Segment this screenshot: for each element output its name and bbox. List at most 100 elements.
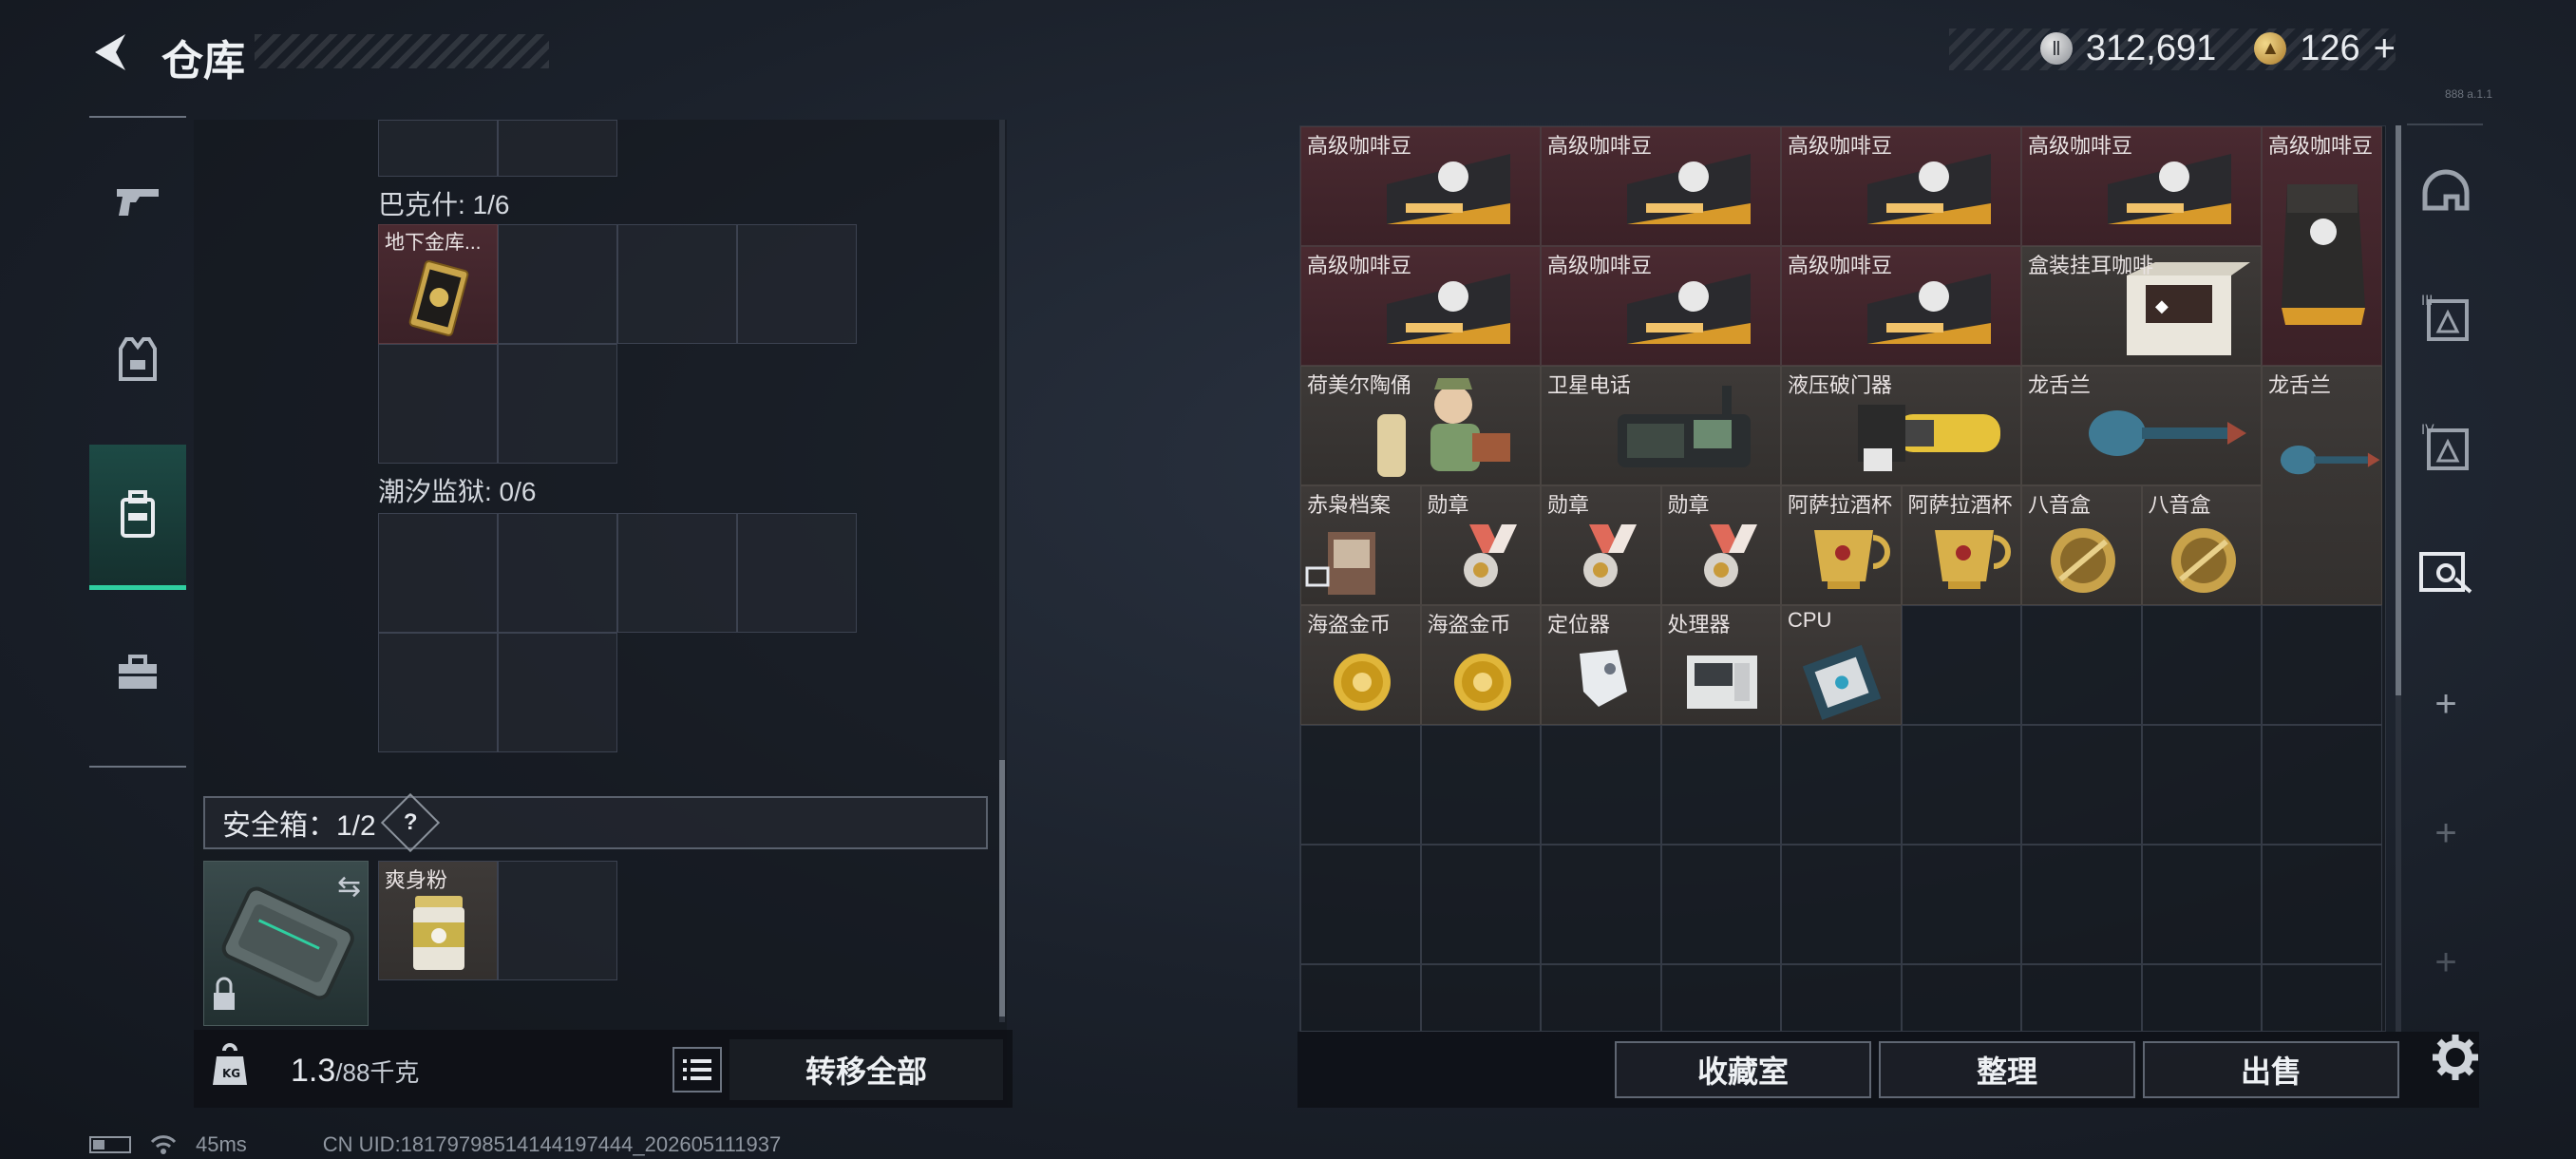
tab-armor-4[interactable]: IV bbox=[2413, 412, 2479, 479]
storage-cell[interactable] bbox=[1300, 725, 1421, 845]
storage-item-box[interactable]: ◆ 盒装挂耳咖啡 bbox=[2021, 246, 2262, 366]
storage-item-coffeebag[interactable]: 高级咖啡豆 bbox=[2262, 126, 2382, 366]
safebox-slot[interactable]: ⇆ bbox=[203, 861, 369, 1026]
storage-cell[interactable] bbox=[2262, 964, 2382, 1032]
tab-helmet[interactable] bbox=[2413, 160, 2479, 226]
backpack-slot[interactable] bbox=[498, 344, 617, 464]
storage-item-coffee[interactable]: 高级咖啡豆 bbox=[1300, 126, 1541, 246]
storage-cell[interactable] bbox=[1901, 964, 2021, 1032]
storage-cell[interactable] bbox=[2141, 845, 2262, 964]
add-slot-button[interactable]: + bbox=[2413, 800, 2479, 866]
storage-item-coin[interactable]: 海盗金币 bbox=[1300, 605, 1421, 725]
sell-button[interactable]: 出售 bbox=[2143, 1041, 2399, 1098]
backpack-slot[interactable] bbox=[498, 120, 617, 177]
storage-cell[interactable] bbox=[2021, 964, 2142, 1032]
storage-item-medal[interactable]: 勋章 bbox=[1660, 485, 1781, 605]
storage-cell[interactable] bbox=[2262, 605, 2382, 725]
storage-item-processor[interactable]: 处理器 bbox=[1660, 605, 1781, 725]
storage-cell[interactable] bbox=[1541, 725, 1661, 845]
add-slot-button[interactable]: + bbox=[2413, 929, 2479, 996]
add-slot-button[interactable]: + bbox=[2413, 671, 2479, 737]
add-gold-button[interactable]: + bbox=[2374, 28, 2396, 70]
backpack-slot[interactable] bbox=[617, 513, 737, 633]
storage-item-bottle[interactable]: 龙舌兰 bbox=[2262, 366, 2382, 605]
tab-toolbox[interactable] bbox=[89, 602, 186, 745]
storage-item-medal[interactable]: 勋章 bbox=[1420, 485, 1541, 605]
storage-cell[interactable] bbox=[2262, 725, 2382, 845]
backpack-slot[interactable] bbox=[498, 513, 617, 633]
storage-cell[interactable] bbox=[2021, 845, 2142, 964]
storage-item-phone[interactable]: 卫星电话 bbox=[1541, 366, 1781, 485]
storage-item-coffee[interactable]: 高级咖啡豆 bbox=[1781, 126, 2021, 246]
storage-cell[interactable] bbox=[2021, 605, 2142, 725]
svg-text:IV: IV bbox=[2421, 423, 2434, 438]
backpack-slot[interactable] bbox=[378, 633, 498, 752]
tab-vest[interactable] bbox=[89, 289, 186, 431]
tab-weapon[interactable] bbox=[89, 131, 186, 274]
backpack-slot[interactable] bbox=[617, 224, 737, 344]
item-talcum-powder[interactable]: 爽身粉 bbox=[378, 861, 498, 980]
tab-backpack[interactable] bbox=[89, 445, 186, 590]
storage-cell[interactable] bbox=[1660, 725, 1781, 845]
storage-cell[interactable] bbox=[2021, 725, 2142, 845]
tab-case[interactable] bbox=[2413, 538, 2479, 604]
storage-item-coffee[interactable]: 高级咖啡豆 bbox=[1300, 246, 1541, 366]
backpack-slot[interactable] bbox=[378, 513, 498, 633]
storage-item-cpu[interactable]: CPU bbox=[1781, 605, 1902, 725]
storage-item-coffee[interactable]: 高级咖啡豆 bbox=[1541, 126, 1781, 246]
storage-item-bottle[interactable]: 龙舌兰 bbox=[2021, 366, 2262, 485]
sort-button[interactable]: 整理 bbox=[1879, 1041, 2135, 1098]
storage-cell[interactable] bbox=[1541, 964, 1661, 1032]
item-label: 高级咖啡豆 bbox=[1307, 134, 1412, 158]
help-button[interactable]: ? bbox=[380, 792, 440, 853]
storage-cell[interactable] bbox=[1901, 845, 2021, 964]
storage-cell[interactable] bbox=[1901, 725, 2021, 845]
storage-cell[interactable] bbox=[1781, 845, 1902, 964]
backpack-slot[interactable] bbox=[737, 224, 857, 344]
storage-cell[interactable] bbox=[2141, 725, 2262, 845]
storage-item-cup[interactable]: 阿萨拉酒杯 bbox=[1901, 485, 2021, 605]
storage-cell[interactable] bbox=[1660, 845, 1781, 964]
storage-cell[interactable] bbox=[1660, 964, 1781, 1032]
list-view-button[interactable] bbox=[672, 1047, 722, 1092]
item-label: 赤枭档案 bbox=[1307, 493, 1392, 517]
backpack-slot[interactable] bbox=[498, 224, 617, 344]
safebox-empty-slot[interactable] bbox=[498, 861, 617, 980]
backpack-slot[interactable] bbox=[737, 513, 857, 633]
transfer-all-button[interactable]: 转移全部 bbox=[729, 1039, 1003, 1100]
storage-cell[interactable] bbox=[1300, 964, 1421, 1032]
backpack-slot[interactable] bbox=[378, 120, 498, 177]
storage-cell[interactable] bbox=[1781, 964, 1902, 1032]
storage-cell[interactable] bbox=[1781, 725, 1902, 845]
storage-cell[interactable] bbox=[1901, 605, 2021, 725]
storage-item-coffee[interactable]: 高级咖啡豆 bbox=[2021, 126, 2262, 246]
backpack-scroll-thumb[interactable] bbox=[999, 760, 1005, 1016]
storage-cell[interactable] bbox=[2141, 605, 2262, 725]
storage-cell[interactable] bbox=[1541, 845, 1661, 964]
storage-item-musicbox[interactable]: 八音盒 bbox=[2141, 485, 2262, 605]
storage-item-cup[interactable]: 阿萨拉酒杯 bbox=[1781, 485, 1902, 605]
storage-cell[interactable] bbox=[1420, 845, 1541, 964]
back-button[interactable] bbox=[87, 28, 135, 76]
storage-item-medal[interactable]: 勋章 bbox=[1541, 485, 1661, 605]
settings-button[interactable] bbox=[2422, 1024, 2489, 1091]
storage-item-coin[interactable]: 海盗金币 bbox=[1420, 605, 1541, 725]
storage-item-musicbox[interactable]: 八音盒 bbox=[2021, 485, 2142, 605]
storage-cell[interactable] bbox=[1420, 725, 1541, 845]
storage-cell[interactable] bbox=[2141, 964, 2262, 1032]
backpack-slot[interactable] bbox=[378, 344, 498, 464]
collection-room-button[interactable]: 收藏室 bbox=[1615, 1041, 1871, 1098]
storage-item-coffee[interactable]: 高级咖啡豆 bbox=[1541, 246, 1781, 366]
storage-scroll-thumb[interactable] bbox=[2396, 125, 2401, 695]
backpack-slot[interactable] bbox=[498, 633, 617, 752]
storage-item-figurine[interactable]: 荷美尔陶俑 bbox=[1300, 366, 1541, 485]
storage-item-tracker[interactable]: 定位器 bbox=[1541, 605, 1661, 725]
storage-item-coffee[interactable]: 高级咖啡豆 bbox=[1781, 246, 2021, 366]
item-vault-card[interactable]: 地下金库... bbox=[378, 224, 498, 344]
storage-cell[interactable] bbox=[2262, 845, 2382, 964]
tab-armor-3[interactable]: III bbox=[2413, 283, 2479, 350]
storage-item-hydraulic[interactable]: 液压破门器 bbox=[1781, 366, 2021, 485]
storage-cell[interactable] bbox=[1420, 964, 1541, 1032]
storage-item-file[interactable]: 赤枭档案 bbox=[1300, 485, 1421, 605]
storage-cell[interactable] bbox=[1300, 845, 1421, 964]
